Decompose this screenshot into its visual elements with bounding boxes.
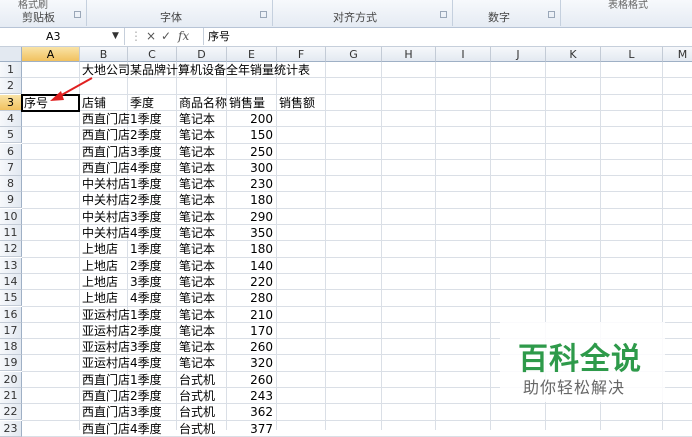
watermark-subtitle: 助你轻松解决 — [523, 378, 626, 397]
watermark: 百科全说 助你轻松解决 — [500, 322, 665, 402]
watermark-title: 百科全说 — [518, 342, 642, 377]
